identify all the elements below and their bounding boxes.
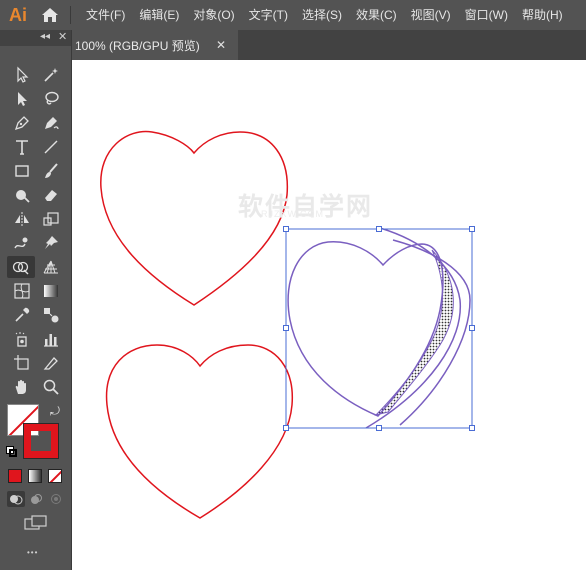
handle-bottom-right[interactable] [469, 425, 475, 431]
hand-tool-icon[interactable] [9, 376, 35, 398]
blend-tool-icon[interactable] [38, 304, 64, 326]
shaper-tool-icon[interactable] [9, 184, 35, 206]
artwork-layer [100, 130, 475, 519]
scale-tool-icon[interactable] [38, 208, 64, 230]
direct-selection-icon[interactable] [9, 88, 35, 110]
rectangle-tool-icon[interactable] [9, 160, 35, 182]
stroke-swatch[interactable] [23, 423, 59, 459]
pin-icon[interactable] [38, 232, 64, 254]
reflect-tool-icon[interactable] [9, 208, 35, 230]
paintbrush-icon[interactable] [38, 160, 64, 182]
eyedropper-icon[interactable] [9, 304, 35, 326]
handle-middle-right[interactable] [469, 325, 475, 331]
draw-inside-icon[interactable] [47, 491, 65, 507]
selected-heart-path[interactable] [287, 241, 444, 417]
handle-bottom-left[interactable] [283, 425, 289, 431]
handle-top-left[interactable] [283, 226, 289, 232]
gradient-tool-icon[interactable] [38, 280, 64, 302]
screen-mode-icon[interactable] [24, 515, 48, 533]
perspective-grid-icon[interactable] [38, 256, 64, 278]
collapse-panel-icon[interactable]: ◂◂ [40, 31, 50, 42]
symbol-sprayer-icon[interactable] [9, 328, 35, 350]
handle-middle-left[interactable] [283, 325, 289, 331]
tools-panel-header: ◂◂ ✕ [0, 30, 71, 46]
color-mode-button[interactable] [8, 469, 22, 483]
column-graph-icon[interactable] [38, 328, 64, 350]
selection-tool-icon[interactable] [9, 64, 35, 86]
default-fill-stroke-icon[interactable] [6, 446, 18, 458]
watermark-url: RJZXW.COM [261, 209, 324, 219]
pen-tool-icon[interactable] [9, 112, 35, 134]
outer-curve-path[interactable] [392, 239, 471, 426]
handle-top-right[interactable] [469, 226, 475, 232]
shape-builder-tool-icon[interactable] [7, 256, 35, 278]
gradient-mode-button[interactable] [28, 469, 42, 483]
puppet-warp-icon[interactable] [9, 232, 35, 254]
none-slash-icon [49, 470, 61, 482]
mesh-tool-icon[interactable] [9, 280, 35, 302]
handle-bottom-center[interactable] [376, 425, 382, 431]
dotted-swoosh-shape[interactable] [374, 249, 454, 416]
zoom-tool-icon[interactable] [38, 376, 64, 398]
draw-normal-icon[interactable] [7, 491, 25, 507]
edit-toolbar-icon[interactable]: ••• [27, 548, 38, 557]
lasso-icon[interactable] [38, 88, 64, 110]
line-segment-icon[interactable] [38, 136, 64, 158]
type-tool-icon[interactable] [9, 136, 35, 158]
tools-panel: ◂◂ ✕ ⤾ ••• [0, 30, 72, 570]
curvature-tool-icon[interactable] [38, 112, 64, 134]
none-mode-button[interactable] [48, 469, 62, 483]
magic-wand-icon[interactable] [38, 64, 64, 86]
draw-behind-icon[interactable] [27, 491, 45, 507]
handle-top-center[interactable] [376, 226, 382, 232]
eraser-icon[interactable] [38, 184, 64, 206]
heart-shape-bottom-left[interactable] [105, 344, 293, 519]
swap-fill-stroke-icon[interactable]: ⤾ [50, 404, 60, 419]
slice-tool-icon[interactable] [38, 352, 64, 374]
artboard-tool-icon[interactable] [9, 352, 35, 374]
close-panel-icon[interactable]: ✕ [58, 30, 67, 43]
